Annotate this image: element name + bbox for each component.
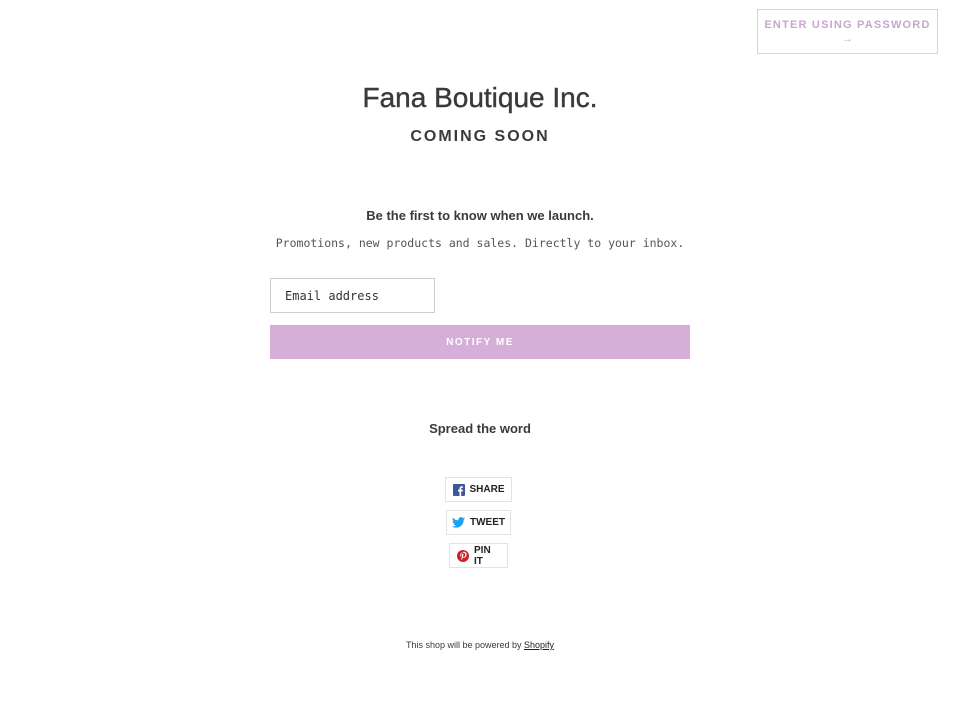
share-heading: Spread the word [429,421,531,436]
share-twitter-label: TWEET [470,517,505,528]
enter-password-label: ENTER USING PASSWORD [764,18,931,31]
pinterest-icon [457,549,469,562]
share-facebook-label: SHARE [469,484,505,495]
signup-subtext: Promotions, new products and sales. Dire… [275,236,685,250]
share-pinterest-label: PIN IT [474,544,491,567]
twitter-icon [452,516,465,529]
email-input[interactable] [270,278,435,313]
coming-soon-heading: COMING SOON [410,128,550,145]
footer: This shop will be powered by Shopify [0,640,960,650]
share-pinterest-button[interactable]: PIN IT [449,543,508,568]
share-twitter-button[interactable]: TWEET [446,510,511,535]
share-facebook-button[interactable]: SHARE [445,477,512,502]
notify-me-button[interactable]: NOTIFY ME [270,325,690,359]
shop-title: Fana Boutique Inc. [362,82,598,113]
enter-password-button[interactable]: ENTER USING PASSWORD → [757,9,938,54]
facebook-icon [452,483,465,496]
shopify-link[interactable]: Shopify [524,640,554,650]
arrow-right-icon: → [842,32,853,45]
signup-heading: Be the first to know when we launch. [366,208,594,223]
footer-text: This shop will be powered by [405,640,522,650]
